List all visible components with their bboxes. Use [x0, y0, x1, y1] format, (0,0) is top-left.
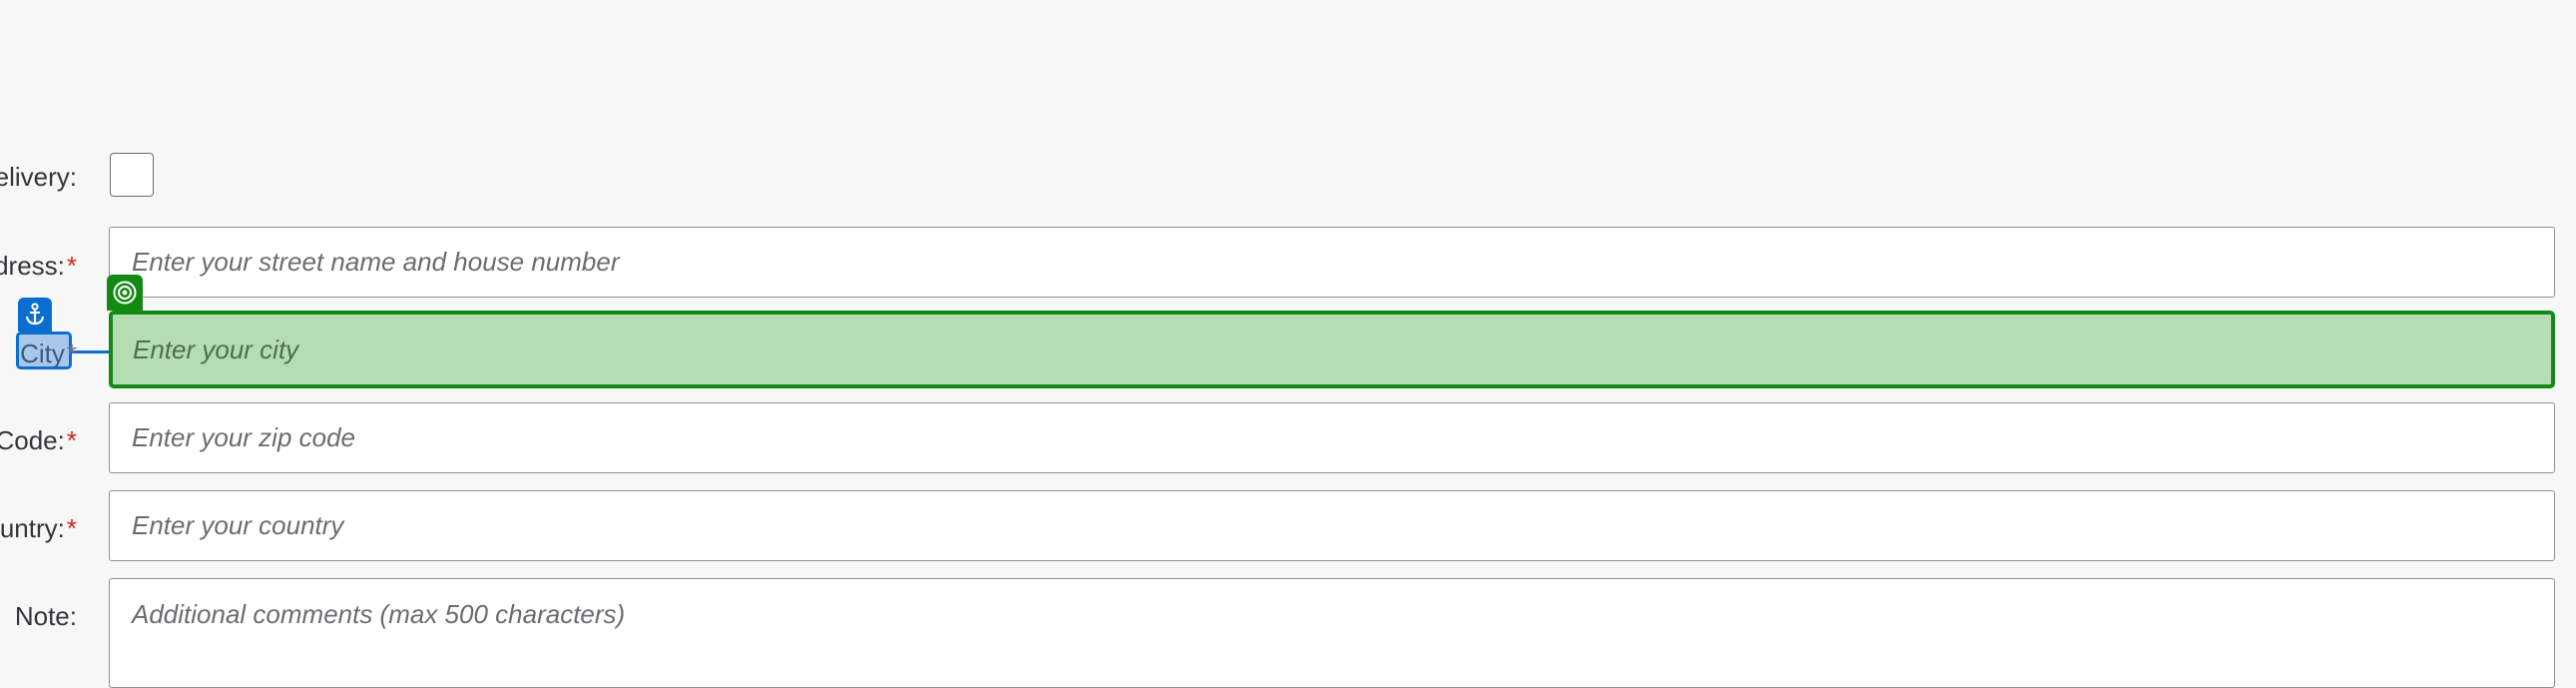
anchor-icon — [25, 303, 45, 326]
delivery-checkbox[interactable] — [110, 153, 154, 197]
zip-code-label: Code:* — [0, 425, 77, 455]
required-marker: * — [66, 251, 77, 281]
required-marker: * — [66, 339, 77, 368]
city-placeholder: Enter your city — [133, 334, 299, 364]
required-marker: * — [66, 513, 77, 543]
anchor-badge — [18, 298, 52, 332]
target-icon — [113, 281, 137, 305]
note-placeholder: Additional comments (max 500 characters) — [132, 599, 626, 629]
note-textarea[interactable]: Additional comments (max 500 characters) — [109, 578, 2555, 688]
target-badge — [107, 275, 143, 311]
country-input[interactable]: Enter your country — [109, 490, 2555, 561]
address-input[interactable]: Enter your street name and house number — [109, 227, 2555, 298]
city-input[interactable]: Enter your city — [109, 311, 2555, 388]
label-connector-line — [72, 350, 109, 353]
delivery-label: elivery: — [0, 162, 77, 192]
zip-code-input[interactable]: Enter your zip code — [109, 402, 2555, 473]
address-placeholder: Enter your street name and house number — [132, 247, 620, 277]
zip-code-placeholder: Enter your zip code — [132, 422, 356, 452]
note-label: Note: — [14, 601, 77, 631]
city-label: City* — [20, 339, 77, 368]
address-label: ldress:* — [0, 251, 77, 281]
country-label: ountry:* — [0, 513, 77, 543]
country-placeholder: Enter your country — [132, 510, 344, 540]
required-marker: * — [66, 425, 77, 455]
